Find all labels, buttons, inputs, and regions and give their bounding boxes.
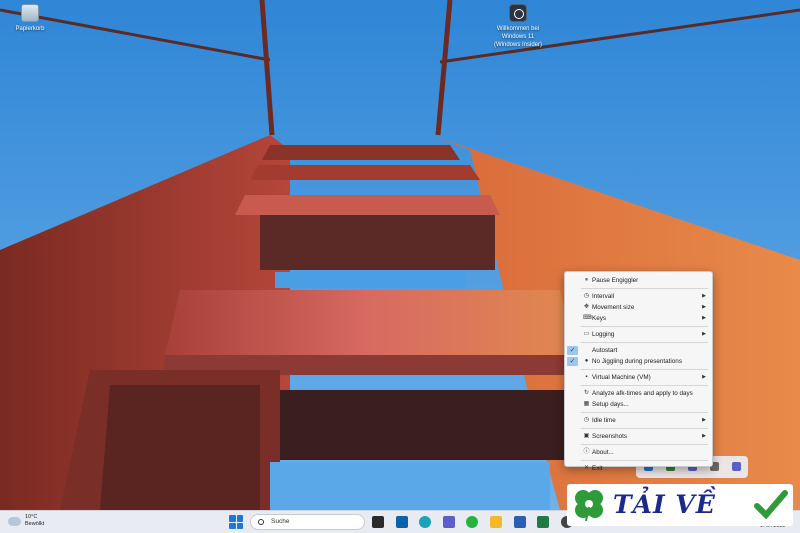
menu-item-label: Keys — [592, 315, 606, 322]
menu-item-label: Movement size — [592, 304, 635, 311]
menu-item-label: Intervall — [592, 293, 615, 300]
submenu-arrow-icon: ▶ — [702, 433, 706, 439]
close-icon: ✕ — [583, 465, 590, 471]
start-button[interactable] — [229, 515, 243, 529]
submenu-arrow-icon: ▶ — [702, 293, 706, 299]
taskbar-search[interactable]: Suche — [250, 514, 365, 530]
checkmark-icon: ✓ — [567, 357, 578, 366]
whatsapp-icon[interactable] — [466, 516, 478, 528]
clover-logo-icon — [575, 490, 603, 522]
excel-icon[interactable] — [537, 516, 549, 528]
menu-separator — [581, 460, 708, 461]
menu-item-setup-days[interactable]: ▦ Setup days... — [565, 399, 712, 410]
menu-item-intervall[interactable]: ◷ Intervall ▶ — [565, 291, 712, 302]
menu-item-label: Idle time — [592, 417, 616, 424]
menu-item-idle-time[interactable]: ◷ Idle time ▶ — [565, 415, 712, 426]
menu-item-virtual-machine[interactable]: ▪ Virtual Machine (VM) ▶ — [565, 372, 712, 383]
windows-insider-icon — [509, 4, 527, 22]
menu-item-label: Virtual Machine (VM) — [592, 374, 651, 381]
menu-item-pause[interactable]: ⏸ Pause Engiggler — [565, 275, 712, 286]
submenu-arrow-icon: ▶ — [702, 374, 706, 380]
analyze-icon: ↻ — [583, 390, 590, 396]
desktop-icon-recycle-bin[interactable]: Papierkorb — [0, 4, 60, 33]
teams-icon[interactable] — [443, 516, 455, 528]
submenu-arrow-icon: ▶ — [702, 315, 706, 321]
menu-item-label: About... — [592, 449, 614, 456]
desktop-icon-label: Papierkorb — [15, 26, 45, 32]
tray-app-icon[interactable] — [732, 462, 741, 471]
windows-logo-icon — [229, 515, 236, 522]
outlook-icon[interactable] — [396, 516, 408, 528]
checkmark-logo-icon — [754, 490, 788, 520]
menu-separator — [581, 342, 708, 343]
menu-item-label: Pause Engiggler — [592, 277, 639, 284]
menu-separator — [581, 288, 708, 289]
menu-item-label: Autostart — [592, 347, 618, 354]
watermark-text: TẢI VỀ — [613, 490, 716, 519]
edge-icon[interactable] — [419, 516, 431, 528]
menu-separator — [581, 369, 708, 370]
menu-item-label: Analyze afk-times and apply to days — [592, 390, 693, 397]
info-icon: ⓘ — [583, 449, 590, 455]
menu-separator — [581, 385, 708, 386]
keyboard-icon: ⌨ — [583, 315, 592, 321]
menu-item-label: Screenshots — [592, 433, 628, 440]
menu-item-screenshots[interactable]: ▣ Screenshots ▶ — [565, 431, 712, 442]
calendar-icon: ▦ — [583, 401, 590, 407]
menu-item-movement-size[interactable]: ✥ Movement size ▶ — [565, 302, 712, 313]
menu-item-logging[interactable]: ▭ Logging ▶ — [565, 329, 712, 340]
checkmark-icon: ✓ — [567, 346, 578, 355]
search-placeholder: Suche — [271, 518, 290, 525]
task-view-icon[interactable] — [372, 516, 384, 528]
search-icon — [258, 519, 264, 525]
menu-item-about[interactable]: ⓘ About... — [565, 447, 712, 458]
weather-desc: Bewölkt — [25, 521, 45, 527]
menu-separator — [581, 444, 708, 445]
menu-separator — [581, 412, 708, 413]
menu-separator — [581, 326, 708, 327]
folder-icon: ▭ — [583, 331, 590, 337]
submenu-arrow-icon: ▶ — [702, 304, 706, 310]
word-icon[interactable] — [514, 516, 526, 528]
menu-item-exit[interactable]: ✕ Exit — [565, 463, 712, 474]
file-explorer-icon[interactable] — [490, 516, 502, 528]
menu-item-label: Logging — [592, 331, 615, 338]
menu-item-keys[interactable]: ⌨ Keys ▶ — [565, 313, 712, 324]
recycle-bin-icon — [21, 4, 39, 22]
desktop-icon-label: Willkommen bei Windows 11 (Windows Insid… — [493, 26, 542, 48]
clock-icon: ◷ — [583, 417, 590, 423]
cloud-icon — [8, 516, 21, 526]
menu-item-label: No Jiggling during presentations — [592, 358, 682, 365]
presentation-icon: ● — [584, 358, 589, 364]
menu-item-label: Setup days... — [592, 401, 629, 408]
menu-item-label: Exit — [592, 465, 603, 472]
screenshot-icon: ▣ — [583, 433, 590, 439]
desktop-icon-welcome[interactable]: Willkommen bei Windows 11 (Windows Insid… — [488, 4, 548, 49]
menu-item-autostart[interactable]: ✓ Autostart — [565, 345, 712, 356]
tray-context-menu: ⏸ Pause Engiggler ◷ Intervall ▶ ✥ Moveme… — [564, 271, 713, 472]
submenu-arrow-icon: ▶ — [702, 417, 706, 423]
weather-temp: 10°C — [25, 514, 38, 520]
watermark-banner: TẢI VỀ — [567, 484, 793, 526]
submenu-arrow-icon: ▶ — [702, 331, 706, 337]
clock-icon: ◷ — [583, 293, 590, 299]
weather-widget[interactable]: 10°C Bewölkt — [8, 514, 44, 528]
menu-separator — [581, 428, 708, 429]
menu-item-analyze-afk[interactable]: ↻ Analyze afk-times and apply to days — [565, 388, 712, 399]
pause-icon: ⏸ — [584, 277, 588, 283]
monitor-icon: ▪ — [585, 374, 588, 380]
menu-item-no-jiggling-presentations[interactable]: ✓ ● No Jiggling during presentations — [565, 356, 712, 367]
move-icon: ✥ — [583, 304, 590, 310]
